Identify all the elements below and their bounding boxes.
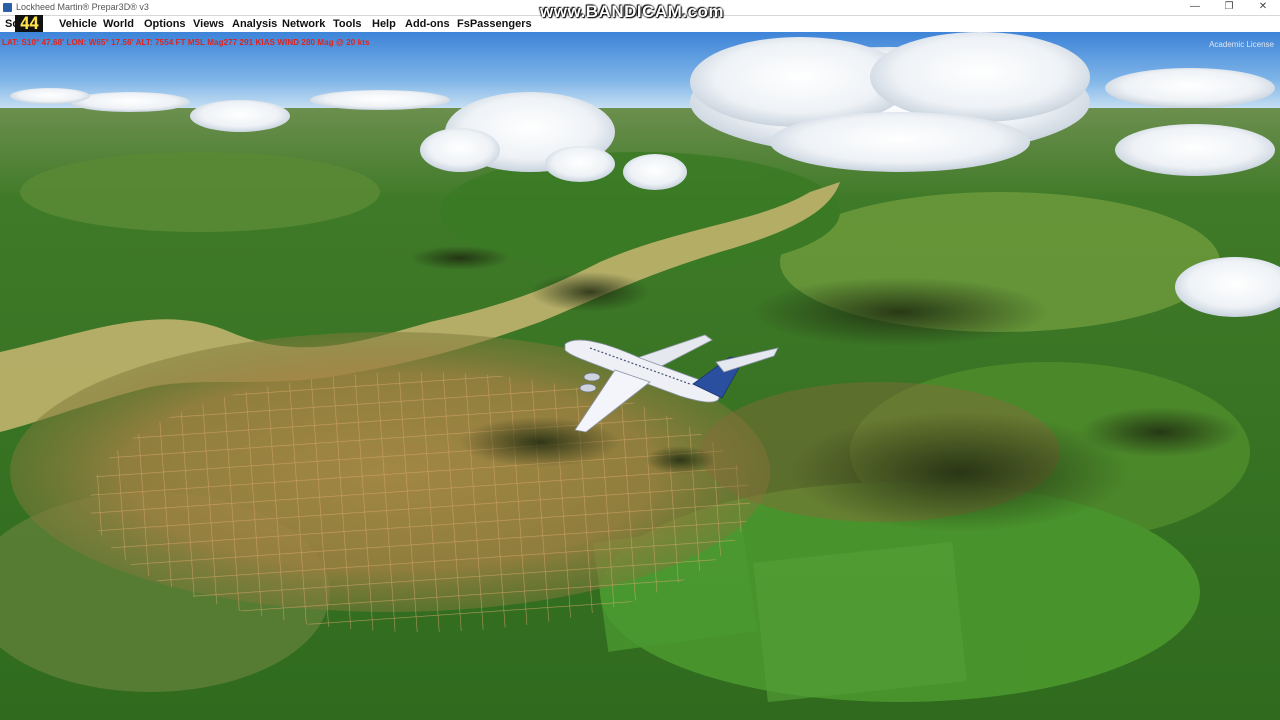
menu-help[interactable]: Help [372,17,396,31]
maximize-button[interactable]: ❐ [1212,0,1246,15]
menu-tools[interactable]: Tools [333,17,362,31]
menu-world[interactable]: World [103,17,134,31]
menu-network[interactable]: Network [282,17,325,31]
menu-vehicle[interactable]: Vehicle [59,17,97,31]
window-controls: — ❐ ✕ [1178,0,1280,15]
flight-status-readout: LAT: S10° 47.68' LON: W65° 17.56' ALT: 7… [2,38,370,47]
recorder-watermark: www.BANDICAM.com [540,2,724,21]
menu-options[interactable]: Options [144,17,186,31]
menu-addons[interactable]: Add-ons [405,17,450,31]
minimize-button[interactable]: — [1178,0,1212,15]
window-title: Lockheed Martin® Prepar3D® v3 [16,2,149,12]
close-button[interactable]: ✕ [1246,0,1280,15]
menu-views[interactable]: Views [193,17,224,31]
menu-fspassengers[interactable]: FsPassengers [457,17,532,31]
app-icon [3,3,12,12]
flight-scene [0,32,1280,720]
menu-analysis[interactable]: Analysis [232,17,277,31]
license-label: Academic License [1209,40,1274,49]
